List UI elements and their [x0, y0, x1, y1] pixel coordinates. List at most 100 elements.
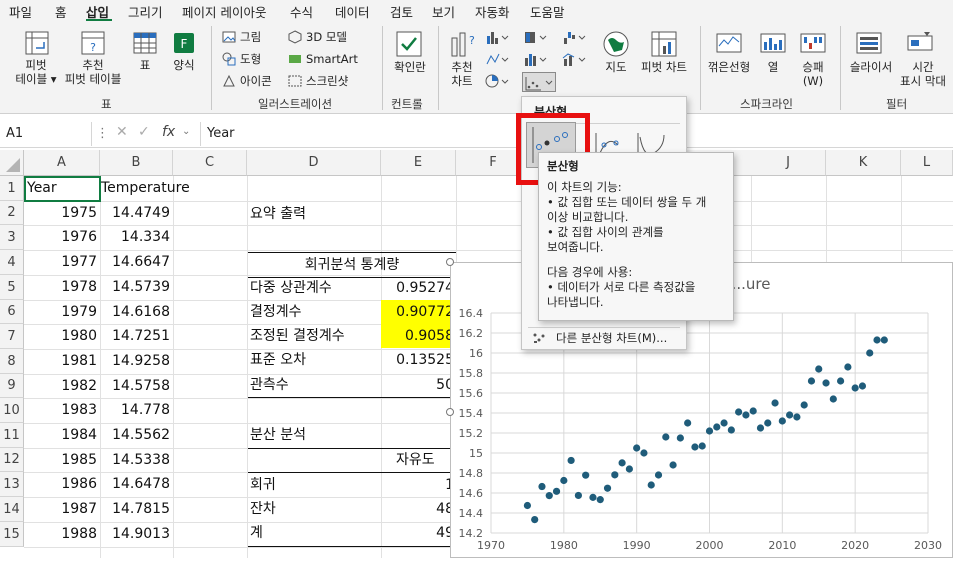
cell-year[interactable]: 1986: [24, 472, 97, 497]
icons-icon[interactable]: [222, 74, 236, 91]
cell-temperature[interactable]: 14.7251: [100, 324, 170, 349]
pivot-table-icon[interactable]: [24, 30, 50, 59]
hierarchy-chart-icon[interactable]: [523, 30, 547, 47]
column-chart-icon[interactable]: [485, 30, 509, 47]
cancel-icon[interactable]: ✕: [116, 124, 128, 140]
maps-label[interactable]: 지도: [602, 60, 630, 74]
cell-temperature[interactable]: 14.5758: [100, 374, 170, 398]
menu-review[interactable]: 검토: [390, 2, 413, 21]
line-sparkline-icon[interactable]: [716, 30, 742, 59]
maps-icon[interactable]: [602, 30, 630, 61]
cell-year[interactable]: 1982: [24, 374, 97, 398]
row-header[interactable]: 14: [0, 497, 24, 522]
scatter-chart-dropdown-button[interactable]: [522, 72, 556, 92]
cell-year[interactable]: 1983: [24, 398, 97, 423]
row-header[interactable]: 5: [0, 275, 24, 300]
recommended-charts-label[interactable]: 추천 차트: [445, 60, 479, 88]
cell-temperature[interactable]: 14.5338: [100, 448, 170, 472]
pivot-table-label[interactable]: 피벗 테이블 ▾: [12, 58, 60, 86]
chevron-down-icon[interactable]: ⌄: [182, 126, 190, 137]
cell-year[interactable]: 1978: [24, 275, 97, 300]
cell-year[interactable]: 1987: [24, 497, 97, 522]
pivot-chart-label[interactable]: 피벗 차트: [638, 60, 690, 74]
col-header-j[interactable]: J: [751, 150, 826, 176]
column-sparkline-icon[interactable]: [760, 30, 786, 59]
cell-year[interactable]: 1988: [24, 522, 97, 547]
forms-label[interactable]: 양식: [168, 58, 200, 72]
row-header[interactable]: 13: [0, 472, 24, 497]
cell-temperature[interactable]: 14.6478: [100, 472, 170, 497]
row-header[interactable]: 3: [0, 225, 24, 250]
picture-icon[interactable]: [222, 30, 236, 47]
cell-temperature[interactable]: 14.7815: [100, 497, 170, 522]
cell-year[interactable]: 1985: [24, 448, 97, 472]
cell-temperature[interactable]: 14.9258: [100, 349, 170, 374]
winloss-sparkline-icon[interactable]: [800, 30, 826, 59]
insert-function-icon[interactable]: fx: [162, 124, 175, 140]
table-label[interactable]: 표: [132, 58, 158, 72]
column-sparkline-label[interactable]: 열: [760, 60, 786, 74]
recommended-pivot-icon[interactable]: ?: [80, 30, 106, 59]
timeline-label[interactable]: 시간 표시 막대: [896, 60, 950, 88]
cell-temperature[interactable]: 14.334: [100, 225, 170, 250]
line-chart-icon[interactable]: [485, 52, 509, 69]
menu-data[interactable]: 데이터: [335, 2, 370, 21]
row-header[interactable]: 8: [0, 349, 24, 374]
col-header-l[interactable]: L: [901, 150, 953, 176]
row-header[interactable]: 1: [0, 176, 24, 201]
3d-model-label[interactable]: 3D 모델: [306, 30, 347, 44]
screenshot-icon[interactable]: [288, 74, 302, 91]
cell-temperature[interactable]: 14.4749: [100, 201, 170, 225]
col-header-b[interactable]: B: [100, 150, 173, 176]
timeline-icon[interactable]: [906, 30, 934, 59]
winloss-sparkline-label[interactable]: 승패 (W): [795, 60, 831, 88]
recommended-pivot-label[interactable]: 추천 피벗 테이블: [62, 58, 124, 86]
col-header-e[interactable]: E: [381, 150, 456, 176]
cell-year[interactable]: 1976: [24, 225, 97, 250]
shapes-label[interactable]: 도형: [240, 52, 261, 66]
row-header[interactable]: 15: [0, 522, 24, 547]
resize-handle[interactable]: [446, 258, 454, 266]
pie-chart-icon[interactable]: [485, 74, 509, 91]
menu-file[interactable]: 파일: [9, 2, 32, 21]
smartart-label[interactable]: SmartArt: [306, 52, 358, 66]
cell-temperature[interactable]: 14.778: [100, 398, 170, 423]
cell-b1[interactable]: Temperature: [101, 176, 190, 201]
combo-chart-icon[interactable]: [562, 52, 586, 69]
checkbox-label[interactable]: 확인란: [390, 60, 430, 74]
cell-temperature[interactable]: 14.5562: [100, 423, 170, 448]
select-all-corner[interactable]: [0, 150, 24, 176]
recommended-charts-icon[interactable]: ?: [449, 30, 475, 61]
3d-model-icon[interactable]: [288, 30, 302, 47]
name-box[interactable]: A1: [0, 122, 92, 146]
row-header[interactable]: 2: [0, 201, 24, 225]
cell-year[interactable]: 1979: [24, 300, 97, 324]
smartart-icon[interactable]: [288, 52, 302, 69]
table-icon[interactable]: [132, 30, 158, 59]
col-header-a[interactable]: A: [24, 150, 100, 176]
menu-page-layout[interactable]: 페이지 레이아웃: [182, 2, 266, 21]
menu-help[interactable]: 도움말: [530, 2, 565, 21]
icons-label[interactable]: 아이콘: [240, 74, 272, 88]
row-header[interactable]: 11: [0, 423, 24, 448]
checkbox-icon[interactable]: [395, 30, 423, 61]
row-header[interactable]: 9: [0, 374, 24, 398]
slicer-icon[interactable]: [855, 30, 883, 59]
shapes-icon[interactable]: [222, 52, 236, 69]
waterfall-chart-icon[interactable]: [562, 30, 586, 47]
cell-temperature[interactable]: 14.6647: [100, 250, 170, 275]
pictures-label[interactable]: 그림: [240, 30, 261, 44]
menu-home[interactable]: 홈: [55, 2, 67, 21]
cell-temperature[interactable]: 14.9013: [100, 522, 170, 547]
slicer-label[interactable]: 슬라이서: [846, 60, 896, 74]
enter-icon[interactable]: ✓: [138, 124, 150, 140]
cell-year[interactable]: 1977: [24, 250, 97, 275]
menu-view[interactable]: 보기: [432, 2, 455, 21]
row-header[interactable]: 12: [0, 448, 24, 472]
col-header-d[interactable]: D: [247, 150, 381, 176]
menu-draw[interactable]: 그리기: [128, 2, 163, 21]
cell-temperature[interactable]: 14.6168: [100, 300, 170, 324]
forms-icon[interactable]: F: [171, 30, 197, 59]
row-header[interactable]: 7: [0, 324, 24, 349]
resize-handle[interactable]: [446, 408, 454, 416]
